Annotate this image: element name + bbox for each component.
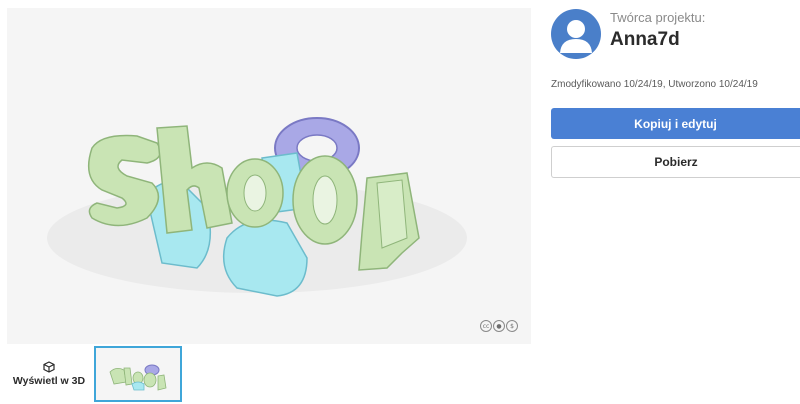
thumbnail-image[interactable] (94, 346, 182, 402)
copy-edit-label: Kopiuj i edytuj (634, 116, 717, 131)
view-3d-button[interactable]: Wyświetl w 3D (7, 346, 91, 402)
download-label: Pobierz (654, 155, 698, 169)
attribution-icon: ● (493, 320, 505, 332)
creator-name[interactable]: Anna7d (610, 29, 680, 51)
cc-icon: cc (480, 320, 492, 332)
download-button[interactable]: Pobierz (551, 146, 800, 178)
noncommercial-icon: $ (506, 320, 518, 332)
license-icons: cc ● $ (480, 320, 518, 332)
view-3d-label: Wyświetl w 3D (12, 375, 86, 387)
thumbnail-render (109, 364, 167, 391)
date-info: Zmodyfikowano 10/24/19, Utworzono 10/24/… (551, 79, 758, 90)
model-viewer[interactable]: cc ● $ (7, 8, 531, 344)
cube-icon (43, 361, 55, 373)
model-render (47, 117, 467, 297)
copy-edit-button[interactable]: Kopiuj i edytuj (551, 108, 800, 139)
user-icon (560, 20, 592, 53)
avatar[interactable] (551, 9, 601, 59)
creator-label: Twórca projektu: (610, 10, 706, 25)
